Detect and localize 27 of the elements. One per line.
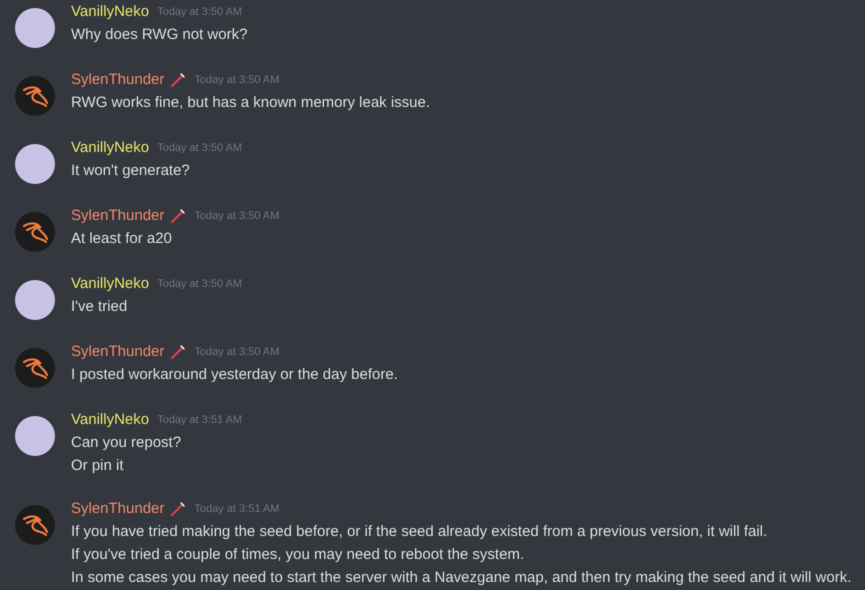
author-name[interactable]: VanillyNeko xyxy=(71,272,150,296)
message-text: Why does RWG not work? xyxy=(71,25,248,45)
author-name[interactable]: VanillyNeko xyxy=(71,136,150,160)
message-text: In some cases you may need to start the server with a Navezgane map, and then try making the seed and it will work. xyxy=(71,568,852,588)
message-text: If you've tried a couple of times, you may need to reboot the system. xyxy=(71,545,526,565)
timestamp: Today at 3:51 AM xyxy=(157,412,242,428)
timestamp: Today at 3:51 AM xyxy=(194,502,280,517)
message-text: Or pin it xyxy=(71,456,125,476)
author-name[interactable]: VanillyNeko xyxy=(71,408,150,432)
message-text: Can you repost? xyxy=(71,433,182,453)
author-name[interactable]: SylenThunder xyxy=(71,204,164,228)
author-name[interactable]: SylenThunder xyxy=(71,340,164,364)
author-name[interactable]: SylenThunder xyxy=(71,68,164,92)
message-text: It won't generate? xyxy=(71,161,191,181)
message-text: RWG works fine, but has a known memory leak issue. xyxy=(71,93,430,113)
timestamp: Today at 3:50 AM xyxy=(157,4,242,20)
timestamp: Today at 3:50 AM xyxy=(157,276,242,292)
message-text: I've tried xyxy=(71,297,128,317)
message-text: If you have tried making the seed before, or if the seed already existed from a previous version, it will fail. xyxy=(71,522,768,542)
message-text: At least for a20 xyxy=(71,229,173,249)
message-text: I posted workaround yesterday or the day before. xyxy=(71,365,398,385)
timestamp: Today at 3:50 AM xyxy=(194,344,280,360)
author-name[interactable]: SylenThunder xyxy=(71,498,164,520)
timestamp: Today at 3:50 AM xyxy=(194,208,280,224)
timestamp: Today at 3:50 AM xyxy=(194,72,280,88)
author-name[interactable]: VanillyNeko xyxy=(71,0,150,24)
timestamp: Today at 3:50 AM xyxy=(157,140,242,156)
